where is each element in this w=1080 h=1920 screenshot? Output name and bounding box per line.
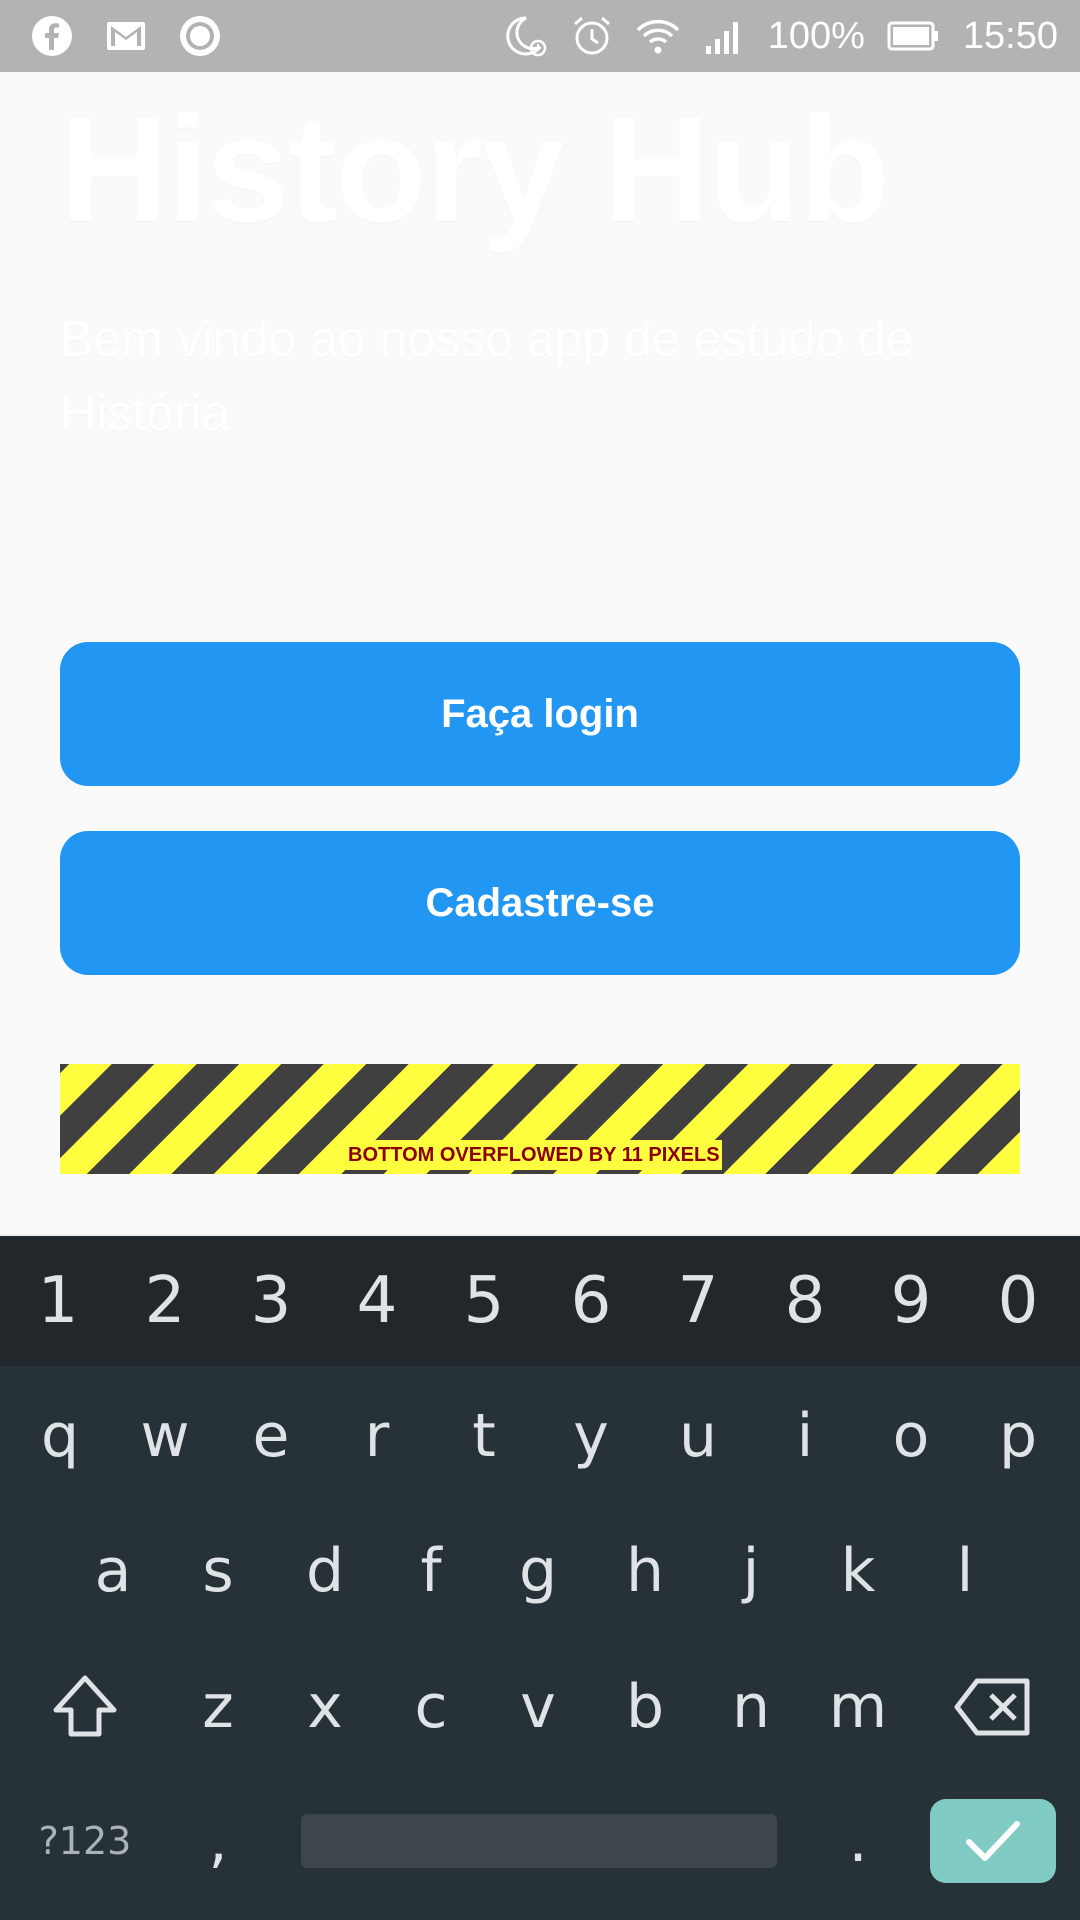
battery-icon <box>887 21 938 51</box>
key-i[interactable]: i <box>755 1381 855 1491</box>
clock: 15:50 <box>962 15 1058 57</box>
key-9[interactable]: 9 <box>861 1246 961 1356</box>
alarm-icon <box>573 16 610 55</box>
key-t[interactable]: t <box>434 1381 534 1491</box>
facebook-icon <box>32 16 72 56</box>
key-x[interactable]: x <box>275 1652 375 1762</box>
battery-percentage: 100% <box>767 15 865 57</box>
backspace-icon <box>954 1678 1030 1736</box>
key-j[interactable]: j <box>701 1516 801 1626</box>
shift-icon <box>53 1675 117 1737</box>
key-r[interactable]: r <box>327 1381 427 1491</box>
key-5[interactable]: 5 <box>434 1246 534 1356</box>
key-q[interactable]: q <box>10 1381 110 1491</box>
key-w[interactable]: w <box>115 1381 215 1491</box>
key-b[interactable]: b <box>595 1652 695 1762</box>
key-n[interactable]: n <box>701 1652 801 1762</box>
key-6[interactable]: 6 <box>541 1246 641 1356</box>
signal-icon <box>705 22 738 54</box>
key-y[interactable]: y <box>541 1381 641 1491</box>
key-f[interactable]: f <box>381 1516 481 1626</box>
space-bar[interactable] <box>301 1814 777 1868</box>
key-z[interactable]: z <box>168 1652 268 1762</box>
key-3[interactable]: 3 <box>221 1246 321 1356</box>
gmail-icon <box>107 22 145 50</box>
comma-key[interactable]: , <box>168 1786 268 1896</box>
key-o[interactable]: o <box>861 1381 961 1491</box>
overflow-warning-text: BOTTOM OVERFLOWED BY 11 PIXELS <box>346 1140 722 1170</box>
key-v[interactable]: v <box>488 1652 588 1762</box>
symbols-key[interactable]: ?123 <box>35 1786 135 1896</box>
soft-keyboard: 1 2 3 4 5 6 7 8 9 0 q w e r t y u i o p … <box>0 1234 1080 1920</box>
key-8[interactable]: 8 <box>755 1246 855 1356</box>
key-d[interactable]: d <box>275 1516 375 1626</box>
do-not-disturb-alarm-icon <box>505 16 546 57</box>
key-7[interactable]: 7 <box>648 1246 748 1356</box>
status-bar: 100% 15:50 <box>0 0 1080 72</box>
signup-button[interactable]: Cadastre-se <box>60 831 1020 975</box>
period-key[interactable]: . <box>808 1786 908 1896</box>
number-row: 1 2 3 4 5 6 7 8 9 0 <box>0 1236 1080 1366</box>
key-a[interactable]: a <box>63 1516 163 1626</box>
key-u[interactable]: u <box>648 1381 748 1491</box>
backspace-key[interactable] <box>943 1652 1043 1762</box>
login-button[interactable]: Faça login <box>60 642 1020 786</box>
key-m[interactable]: m <box>808 1652 908 1762</box>
shift-key[interactable] <box>35 1652 135 1762</box>
key-g[interactable]: g <box>488 1516 588 1626</box>
key-p[interactable]: p <box>968 1381 1068 1491</box>
key-1[interactable]: 1 <box>8 1246 108 1356</box>
app-screen: History Hub Bem vindo ao nosso app de es… <box>0 72 1080 1234</box>
key-2[interactable]: 2 <box>115 1246 215 1356</box>
key-c[interactable]: c <box>381 1652 481 1762</box>
app-title: History Hub <box>60 85 890 253</box>
key-0[interactable]: 0 <box>968 1246 1068 1356</box>
key-4[interactable]: 4 <box>327 1246 427 1356</box>
key-k[interactable]: k <box>808 1516 908 1626</box>
enter-key[interactable] <box>930 1799 1056 1883</box>
record-icon <box>180 16 220 56</box>
overflow-warning-stripe: BOTTOM OVERFLOWED BY 11 PIXELS <box>60 1064 1020 1174</box>
key-l[interactable]: l <box>915 1516 1015 1626</box>
checkmark-icon <box>966 1821 1020 1861</box>
key-h[interactable]: h <box>595 1516 695 1626</box>
key-s[interactable]: s <box>168 1516 268 1626</box>
wifi-icon <box>636 19 679 54</box>
welcome-text: Bem vindo ao nosso app de estudo de Hist… <box>60 311 914 441</box>
key-e[interactable]: e <box>221 1381 321 1491</box>
